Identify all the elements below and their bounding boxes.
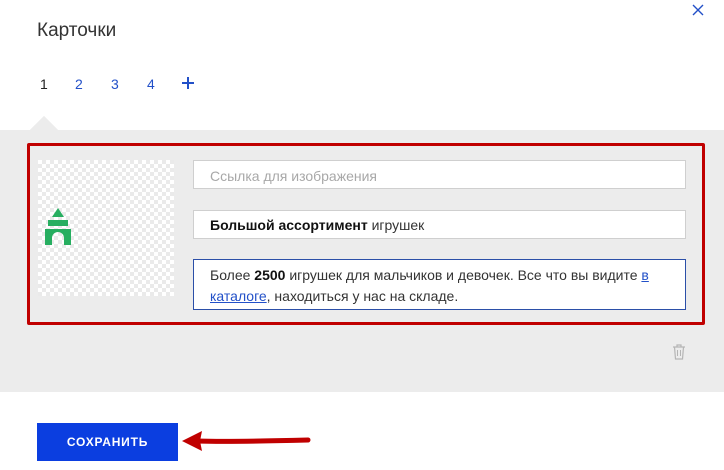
- image-url-placeholder: Ссылка для изображения: [210, 168, 378, 184]
- tab-1[interactable]: 1: [40, 76, 48, 92]
- card-title-bold: Большой ассортимент: [210, 217, 368, 233]
- castle-logo-icon: [45, 208, 71, 245]
- card-title-input[interactable]: Большой ассортимент игрушек: [193, 210, 686, 239]
- card-description-input[interactable]: Более 2500 игрушек для мальчиков и девоч…: [193, 259, 686, 310]
- desc-part3: , находиться у нас на складе.: [266, 288, 459, 304]
- card-title-rest: игрушек: [367, 217, 425, 233]
- dialog-title: Карточки: [37, 20, 117, 41]
- save-button[interactable]: СОХРАНИТЬ: [37, 423, 178, 461]
- image-url-input[interactable]: Ссылка для изображения: [193, 160, 686, 189]
- close-icon[interactable]: [691, 3, 705, 17]
- annotation-arrow-icon: [182, 431, 311, 451]
- desc-part1: Более: [210, 267, 255, 283]
- tab-3[interactable]: 3: [111, 76, 119, 92]
- desc-bold: 2500: [254, 267, 286, 283]
- trash-icon[interactable]: [672, 344, 686, 360]
- add-tab-plus-icon[interactable]: [180, 73, 196, 93]
- tab-2[interactable]: 2: [75, 76, 83, 92]
- tab-4[interactable]: 4: [147, 76, 155, 92]
- desc-part2: игрушек для мальчиков и девочек. Все что…: [285, 267, 642, 283]
